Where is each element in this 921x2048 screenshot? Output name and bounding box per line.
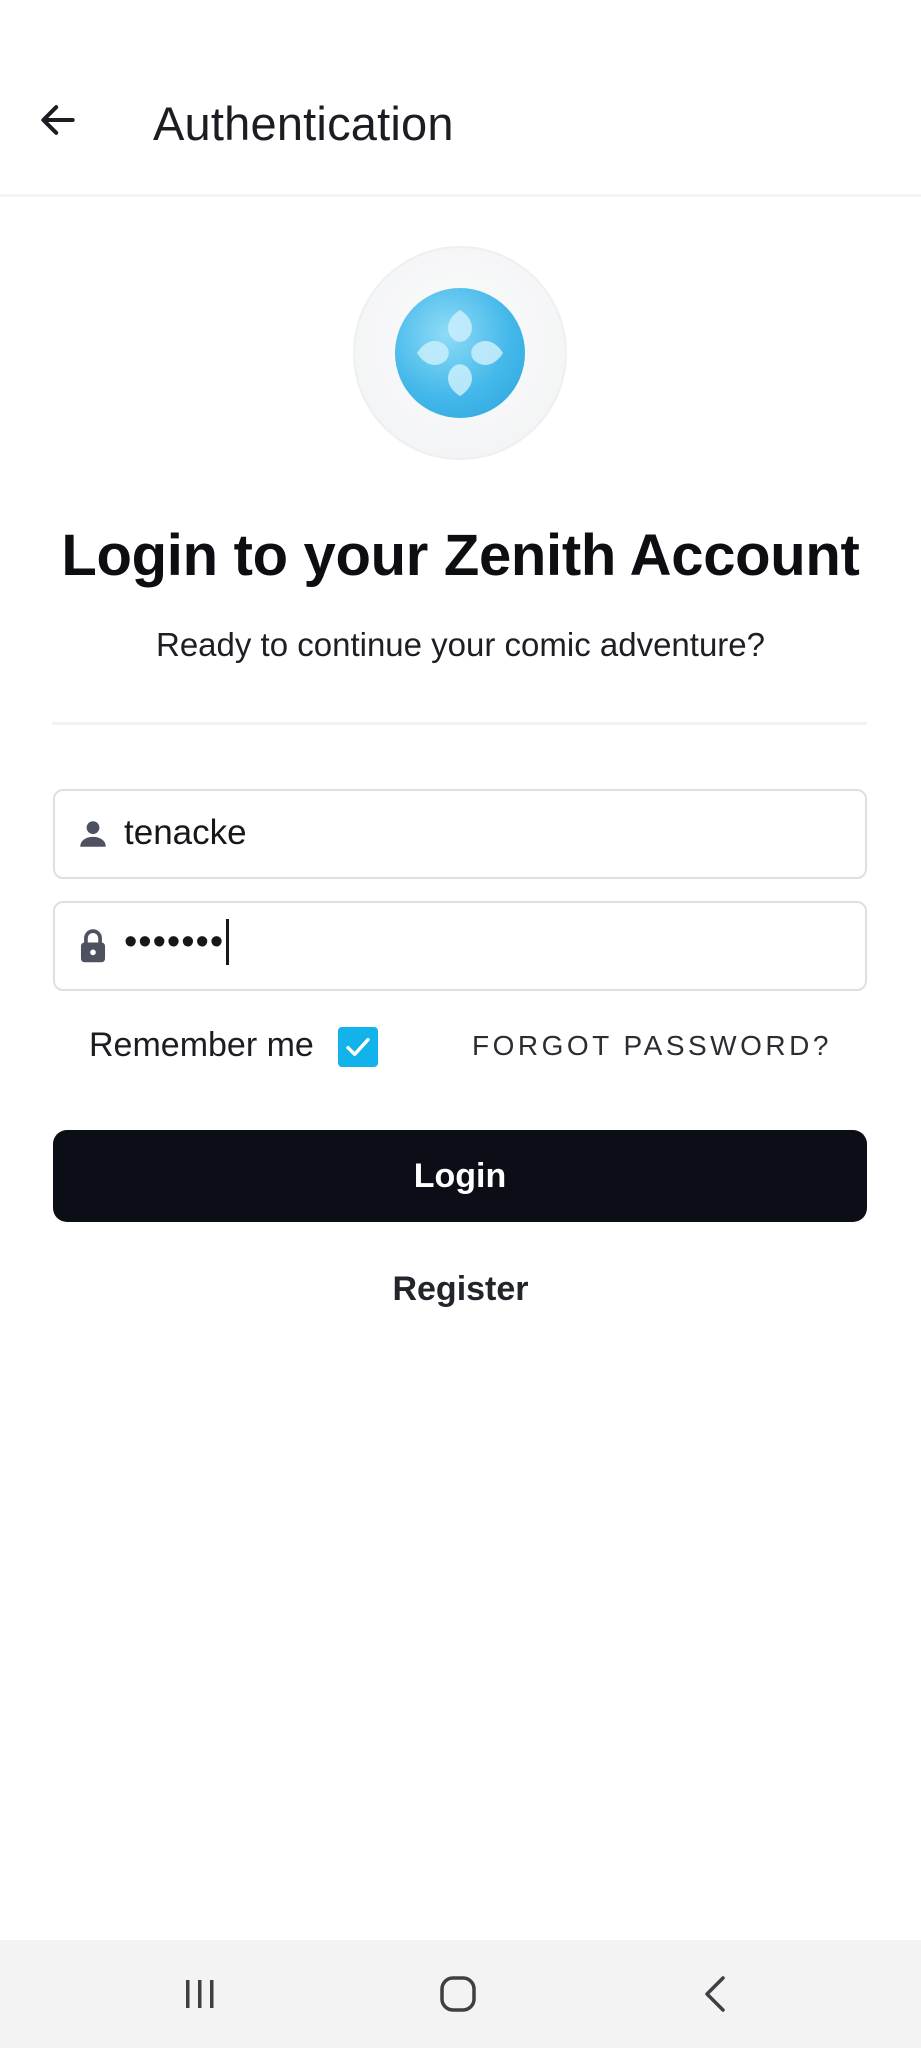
- password-field[interactable]: •••••••: [53, 901, 867, 991]
- lock-icon: [73, 926, 113, 966]
- login-heading: Login to your Zenith Account: [61, 523, 860, 588]
- arrow-left-icon: [41, 105, 75, 135]
- system-back-icon: [705, 1976, 725, 2012]
- app-logo: [353, 246, 567, 460]
- home-icon: [440, 1976, 476, 2012]
- login-subheading: Ready to continue your comic adventure?: [155, 626, 766, 663]
- app-header: Authentication: [0, 60, 921, 194]
- recents-icon: [186, 1980, 214, 2008]
- username-value: tenacke: [124, 813, 247, 852]
- password-mask: •••••••: [124, 921, 225, 964]
- four-petal-logo-icon: [417, 310, 503, 396]
- forgot-password-link[interactable]: FORGOT PASSWORD?: [472, 1030, 832, 1062]
- content-divider: [52, 722, 867, 725]
- app-screen: Authentication Login to your Zenith Acco…: [0, 0, 921, 2048]
- page-title: Authentication: [153, 97, 454, 150]
- password-value: •••••••: [124, 919, 230, 967]
- logo-badge: [395, 288, 525, 418]
- text-caret: [226, 919, 230, 965]
- remember-me-checkbox[interactable]: [338, 1027, 378, 1067]
- username-field[interactable]: tenacke: [53, 789, 867, 879]
- system-navigation-bar: [0, 1940, 921, 2048]
- header-divider: [0, 194, 921, 197]
- back-button[interactable]: [30, 92, 86, 148]
- home-button[interactable]: [413, 1956, 503, 2032]
- register-button[interactable]: Register: [0, 1270, 921, 1309]
- person-icon: [73, 814, 113, 854]
- login-button[interactable]: Login: [53, 1130, 867, 1222]
- system-back-button[interactable]: [670, 1956, 760, 2032]
- checkmark-icon: [346, 1037, 370, 1057]
- remember-me-label: Remember me: [89, 1026, 314, 1064]
- recents-button[interactable]: [155, 1956, 245, 2032]
